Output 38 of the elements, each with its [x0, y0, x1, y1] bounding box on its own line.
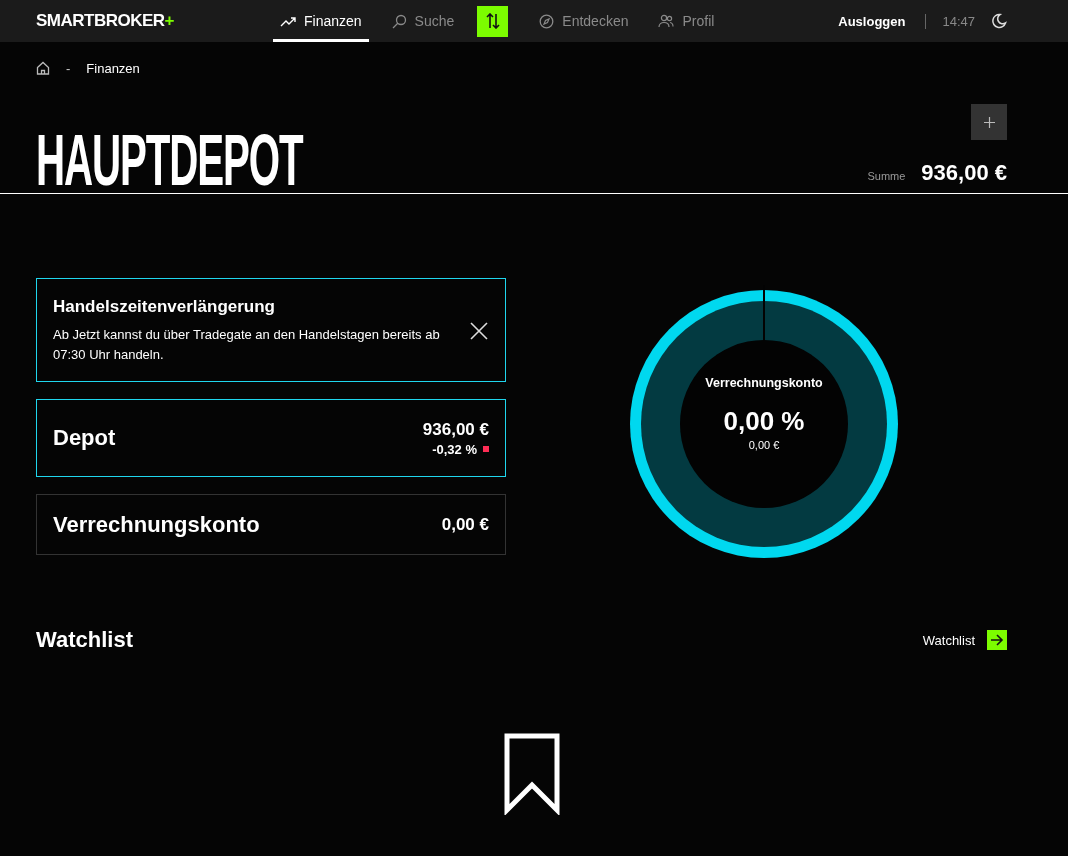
- logo[interactable]: SMARTBROKER+: [36, 11, 273, 31]
- up-down-arrows-icon: [485, 13, 500, 29]
- donut-label: Verrechnungskonto: [705, 375, 823, 390]
- people-icon: [658, 14, 675, 28]
- donut-percent: 0,00 %: [723, 405, 805, 437]
- close-icon[interactable]: [469, 321, 489, 341]
- sum-label: Summe: [867, 170, 906, 182]
- account-value: 936,00 €: [422, 419, 489, 440]
- breadcrumb-separator: -: [66, 60, 71, 76]
- account-card[interactable]: Verrechnungskonto 0,00 €: [36, 494, 506, 555]
- account-name: Depot: [53, 425, 116, 451]
- plus-icon: [983, 116, 995, 128]
- breadcrumb-link[interactable]: Finanzen: [86, 60, 140, 76]
- home-icon[interactable]: [36, 61, 50, 75]
- nav-tab[interactable]: Suche: [384, 0, 462, 42]
- sum-value: 936,00 €: [921, 160, 1007, 186]
- chart-icon: [280, 14, 296, 28]
- account-card[interactable]: Depot 936,00 € -0,32 %: [36, 399, 506, 477]
- notice-title: Handelszeitenverlängerung: [53, 297, 276, 317]
- watchlist-link[interactable]: Watchlist: [922, 630, 1007, 650]
- nav-tab[interactable]: Finanzen: [273, 0, 369, 42]
- trade-button[interactable]: [477, 5, 509, 37]
- account-value: 0,00 €: [441, 514, 489, 535]
- account-name: Verrechnungskonto: [53, 511, 260, 538]
- arrow-right-icon: [987, 630, 1007, 650]
- page-title: HAUPTDEPOT: [36, 130, 303, 190]
- clock-time: 14:47: [942, 13, 975, 29]
- nav-tab[interactable]: Entdecken: [532, 0, 636, 42]
- bookmark-icon: [504, 733, 560, 815]
- section-title: Watchlist: [36, 627, 133, 653]
- nav-tab[interactable]: Profil: [651, 0, 722, 42]
- compass-icon: [539, 13, 555, 29]
- donut-amount: 0,00 €: [748, 438, 780, 451]
- account-change: -0,32 %: [432, 441, 477, 457]
- moon-icon[interactable]: [991, 13, 1007, 29]
- search-icon: [391, 13, 407, 29]
- notice-text: Ab Jetzt kannst du über Tradegate an den Handelstagen bereits ab 07:30 Uhr handeln.: [53, 326, 441, 364]
- logout-link[interactable]: Ausloggen: [838, 13, 927, 29]
